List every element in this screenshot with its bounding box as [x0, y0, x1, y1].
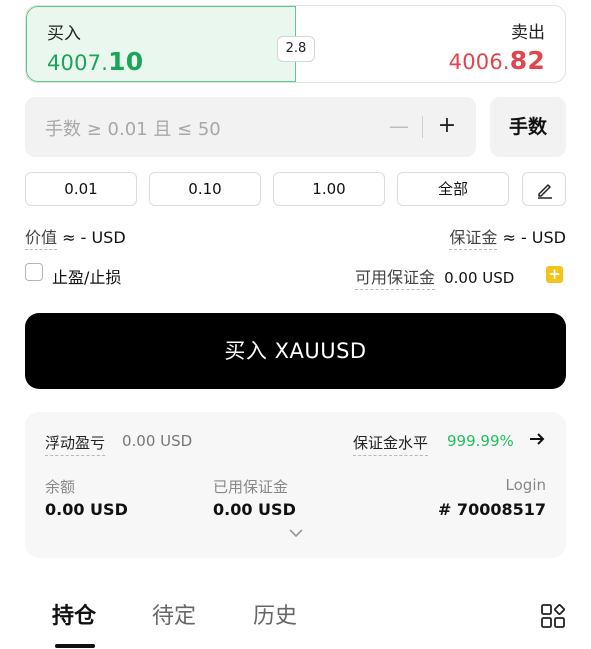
- balance-label: 余额: [45, 478, 76, 496]
- preset-button-100[interactable]: 1.00: [273, 172, 385, 206]
- edit-presets-button[interactable]: [522, 172, 566, 206]
- tp-sl-label: 止盈/止损: [52, 268, 122, 287]
- floating-pl-label: 浮动盈亏: [45, 432, 106, 456]
- buy-price-main: 4007.: [47, 51, 109, 75]
- edit-icon: [538, 184, 552, 199]
- buy-price: 4007.10: [47, 47, 143, 76]
- tab-history[interactable]: 历史: [253, 598, 297, 630]
- balance-value: 0.00 USD: [45, 500, 128, 519]
- deposit-plus-icon[interactable]: +: [546, 266, 563, 283]
- preset-button-001[interactable]: 0.01: [25, 172, 137, 206]
- margin-amount: ≈ - USD: [502, 228, 566, 247]
- sell-price-tile[interactable]: 卖出 4006.82: [295, 6, 565, 82]
- spread-badge: 2.8: [277, 36, 315, 62]
- buy-submit-button[interactable]: 买入 XAUUSD: [25, 313, 566, 389]
- used-margin-value: 0.00 USD: [213, 500, 296, 519]
- preset-button-all[interactable]: 全部: [397, 172, 509, 206]
- available-margin-label: 可用保证金: [355, 268, 436, 290]
- chevron-down-icon[interactable]: [288, 527, 304, 539]
- value-row: 价值 ≈ - USD: [25, 224, 126, 250]
- buy-price-end: 10: [108, 47, 144, 76]
- increase-button[interactable]: +: [430, 109, 464, 143]
- arrow-right-icon[interactable]: [528, 430, 546, 448]
- buy-label: 买入: [47, 24, 81, 44]
- margin-level-label: 保证金水平: [353, 432, 429, 456]
- tab-positions[interactable]: 持仓: [52, 598, 96, 630]
- sell-price-main: 4006.: [448, 50, 510, 74]
- margin-row: 保证金 ≈ - USD: [449, 224, 566, 250]
- buy-price-tile[interactable]: 买入 4007.10: [26, 6, 296, 82]
- available-margin-value: 0.00 USD: [444, 269, 515, 287]
- margin-level-value: 999.99%: [447, 432, 514, 450]
- tp-sl-checkbox[interactable]: [25, 263, 43, 281]
- active-tab-indicator: [55, 644, 95, 648]
- decrease-button[interactable]: —: [382, 109, 416, 143]
- sell-price: 4006.82: [449, 46, 545, 75]
- value-label: 价值: [25, 228, 58, 250]
- quantity-input[interactable]: 手数 ≥ 0.01 且 ≤ 50 — +: [25, 97, 476, 157]
- unit-toggle-button[interactable]: 手数: [490, 97, 566, 157]
- used-margin-label: 已用保证金: [213, 478, 289, 496]
- grid-layout-icon[interactable]: [540, 603, 566, 629]
- value-amount: ≈ - USD: [62, 228, 126, 247]
- sell-price-end: 82: [509, 46, 545, 75]
- login-value: # 70008517: [437, 500, 546, 519]
- margin-label: 保证金: [449, 228, 498, 250]
- floating-pl-value: 0.00 USD: [122, 432, 193, 450]
- sell-label: 卖出: [511, 23, 545, 43]
- available-margin-row: 可用保证金 0.00 USD: [355, 264, 515, 290]
- stepper-divider: [422, 116, 423, 138]
- tab-pending[interactable]: 待定: [152, 598, 196, 630]
- quantity-placeholder: 手数 ≥ 0.01 且 ≤ 50: [45, 119, 221, 140]
- preset-button-010[interactable]: 0.10: [149, 172, 261, 206]
- price-panel: 买入 4007.10 卖出 4006.82 2.8: [25, 5, 566, 83]
- login-label: Login: [505, 476, 546, 494]
